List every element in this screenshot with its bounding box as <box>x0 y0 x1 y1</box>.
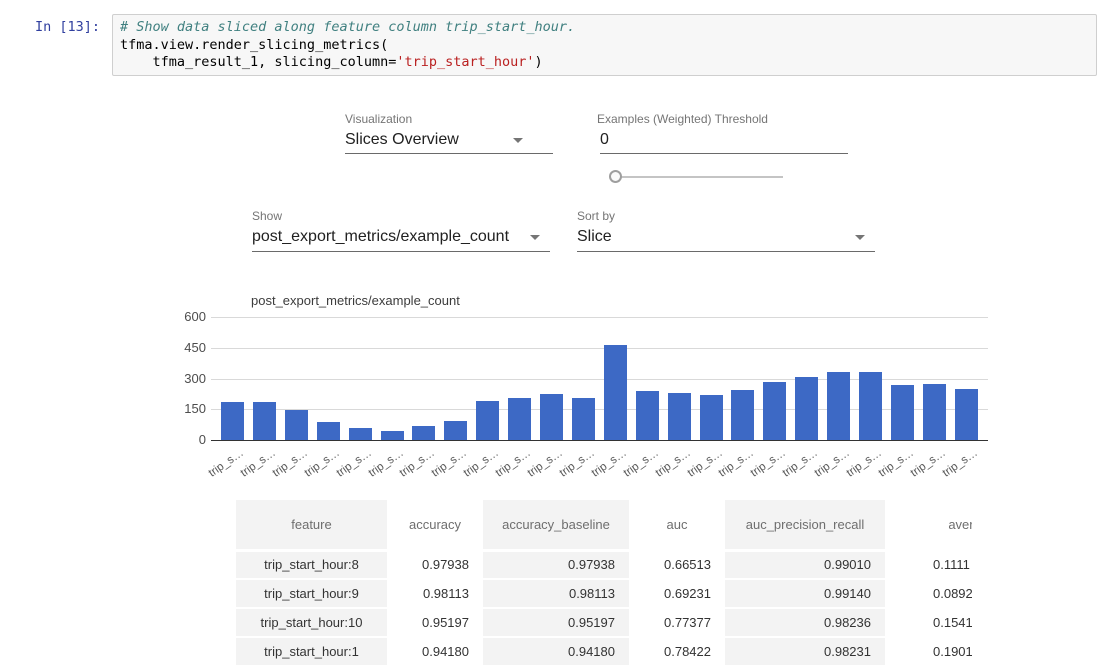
metrics-table: featureaccuracyaccuracy_baselineaucauc_p… <box>236 500 972 667</box>
cell-execution-prompt: In [13]: <box>0 19 100 36</box>
metric-value-cell: 0.1111 <box>885 550 972 579</box>
visualization-underline <box>345 153 553 154</box>
metrics-table-container: featureaccuracyaccuracy_baselineaucauc_p… <box>236 500 972 668</box>
metric-value-cell: 0.98236 <box>725 608 885 637</box>
column-header-accuracy[interactable]: accuracy <box>387 500 483 550</box>
bar[interactable] <box>253 402 276 440</box>
legend-label: post_export_metrics/example_count <box>251 293 460 308</box>
y-axis-tick-label: 600 <box>146 309 206 324</box>
bar[interactable] <box>891 385 914 440</box>
column-header-accuracy_baseline[interactable]: accuracy_baseline <box>483 500 629 550</box>
metric-value-cell: 0.78422 <box>629 637 725 666</box>
threshold-input[interactable]: 0 <box>600 131 609 149</box>
feature-cell: trip_start_hour:9 <box>236 579 387 608</box>
bar[interactable] <box>700 395 723 440</box>
legend-swatch <box>222 294 244 307</box>
threshold-slider-handle[interactable] <box>609 170 622 183</box>
bar[interactable] <box>476 401 499 440</box>
column-header-auc[interactable]: auc <box>629 500 725 550</box>
bar[interactable] <box>923 384 946 440</box>
feature-cell: trip_start_hour:1 <box>236 637 387 666</box>
bar[interactable] <box>955 389 978 440</box>
metric-value-cell: 0.98113 <box>483 579 629 608</box>
gridline <box>211 348 988 349</box>
threshold-label: Examples (Weighted) Threshold <box>597 112 768 126</box>
metric-value-cell: 0.99010 <box>725 550 885 579</box>
bar[interactable] <box>412 426 435 440</box>
metric-value-cell: 0.1541 <box>885 608 972 637</box>
metric-value-cell: 0.97938 <box>483 550 629 579</box>
bar[interactable] <box>221 402 244 440</box>
table-row: trip_start_hour:100.951970.951970.773770… <box>236 608 972 637</box>
metric-value-cell: 0.94180 <box>483 637 629 666</box>
y-axis-tick-label: 0 <box>146 432 206 447</box>
code-comment: # Show data sliced along feature column … <box>120 19 575 35</box>
bar[interactable] <box>795 377 818 440</box>
x-axis-line <box>211 440 988 441</box>
y-axis-tick-label: 450 <box>146 340 206 355</box>
metric-value-cell: 0.99140 <box>725 579 885 608</box>
metric-value-cell: 0.98231 <box>725 637 885 666</box>
bar[interactable] <box>349 428 372 440</box>
bar[interactable] <box>285 410 308 440</box>
y-axis-tick-label: 150 <box>146 401 206 416</box>
threshold-underline <box>600 153 848 154</box>
metric-value-cell: 0.95197 <box>387 608 483 637</box>
metric-value-cell: 0.77377 <box>629 608 725 637</box>
gridline <box>211 317 988 318</box>
table-header-row: featureaccuracyaccuracy_baselineaucauc_p… <box>236 500 972 550</box>
chevron-down-icon[interactable] <box>513 138 523 143</box>
table-row: trip_start_hour:10.941800.941800.784220.… <box>236 637 972 666</box>
column-header-auc_precision_recall[interactable]: auc_precision_recall <box>725 500 885 550</box>
bar[interactable] <box>572 398 595 440</box>
code-string-literal: 'trip_start_hour' <box>396 54 534 70</box>
bar[interactable] <box>317 422 340 440</box>
code-cell[interactable]: # Show data sliced along feature column … <box>112 14 1097 76</box>
sort-by-label: Sort by <box>577 209 615 223</box>
feature-cell: trip_start_hour:10 <box>236 608 387 637</box>
metric-value-cell: 0.97938 <box>387 550 483 579</box>
feature-cell: trip_start_hour:8 <box>236 550 387 579</box>
bar[interactable] <box>668 393 691 440</box>
visualization-label: Visualization <box>345 112 412 126</box>
metric-value-cell: 0.98113 <box>387 579 483 608</box>
column-header-average_loss[interactable]: average_loss <box>885 500 972 550</box>
bar[interactable] <box>381 431 404 440</box>
notebook-page: In [13]: # Show data sliced along featur… <box>0 0 1111 668</box>
bar[interactable] <box>444 421 467 440</box>
bar[interactable] <box>604 345 627 440</box>
table-row: trip_start_hour:90.981130.981130.692310.… <box>236 579 972 608</box>
bar[interactable] <box>636 391 659 440</box>
chevron-down-icon[interactable] <box>855 235 865 240</box>
show-label: Show <box>252 209 282 223</box>
bar[interactable] <box>731 390 754 440</box>
y-axis-tick-label: 300 <box>146 371 206 386</box>
metric-value-cell: 0.95197 <box>483 608 629 637</box>
show-dropdown[interactable]: post_export_metrics/example_count <box>252 228 509 246</box>
code-line-2: tfma.view.render_slicing_metrics( <box>120 37 388 53</box>
visualization-dropdown[interactable]: Slices Overview <box>345 131 459 149</box>
metric-value-cell: 0.94180 <box>387 637 483 666</box>
bar[interactable] <box>508 398 531 440</box>
bar[interactable] <box>827 372 850 440</box>
metric-value-cell: 0.1901 <box>885 637 972 666</box>
bar[interactable] <box>763 382 786 440</box>
threshold-slider-track[interactable] <box>610 176 783 178</box>
metric-value-cell: 0.0892 <box>885 579 972 608</box>
sort-by-underline <box>577 251 875 252</box>
table-row: trip_start_hour:80.979380.979380.665130.… <box>236 550 972 579</box>
code-line-3: tfma_result_1, slicing_column='trip_star… <box>120 54 543 70</box>
bar[interactable] <box>859 372 882 440</box>
sort-by-dropdown[interactable]: Slice <box>577 228 612 246</box>
metric-value-cell: 0.66513 <box>629 550 725 579</box>
column-header-feature[interactable]: feature <box>236 500 387 550</box>
metric-value-cell: 0.69231 <box>629 579 725 608</box>
table-body: trip_start_hour:80.979380.979380.665130.… <box>236 550 972 666</box>
chevron-down-icon[interactable] <box>530 235 540 240</box>
show-underline <box>252 251 550 252</box>
bar[interactable] <box>540 394 563 440</box>
